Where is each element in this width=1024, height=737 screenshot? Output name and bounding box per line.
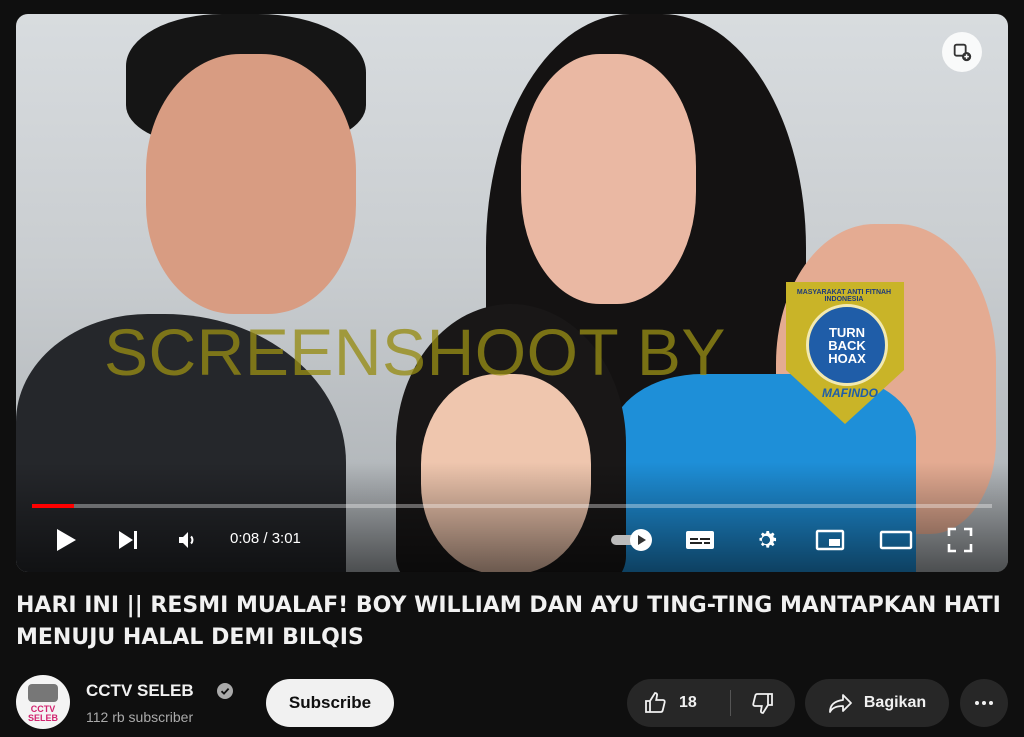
subscriber-count: 112 rb subscriber [86, 709, 194, 725]
like-count: 18 [679, 694, 697, 711]
subscribe-button[interactable]: Subscribe [266, 679, 394, 727]
mafindo-badge-label: MAFINDO [822, 386, 878, 400]
share-arrow-icon [828, 694, 852, 713]
turnbackhoax-logo: TURN BACK HOAX [806, 304, 888, 386]
theater-mode-icon [879, 530, 913, 550]
settings-button[interactable] [748, 524, 784, 556]
time-display: 0:08 / 3:01 [230, 530, 301, 547]
mafindo-badge-arc-text: MASYARAKAT ANTI FITNAH INDONESIA [796, 289, 892, 303]
cctv-camera-icon [28, 684, 58, 702]
volume-icon [179, 532, 194, 548]
fullscreen-button[interactable] [942, 524, 978, 556]
video-figure [521, 54, 696, 304]
progress-bar[interactable] [32, 504, 992, 508]
avatar-label: CCTV SELEB [27, 704, 58, 723]
autoplay-toggle-icon [611, 529, 652, 551]
video-watermark: SCREENSHOOT BY [104, 315, 726, 389]
dislike-button[interactable] [731, 679, 795, 727]
miniplayer-button[interactable] [812, 524, 848, 556]
settings-gear-icon [759, 531, 777, 548]
fullscreen-icon [947, 527, 973, 553]
next-icon [119, 531, 137, 549]
miniplayer-icon [815, 529, 845, 551]
share-label: Bagikan [863, 694, 927, 711]
play-button[interactable] [50, 524, 82, 556]
mute-button[interactable] [172, 524, 204, 556]
more-actions-button[interactable] [960, 679, 1008, 727]
share-button[interactable]: Bagikan [805, 679, 949, 727]
badge-line: TURN [828, 324, 866, 340]
badge-line: HOAX [828, 350, 866, 366]
progress-bar-played [32, 504, 75, 508]
thumbs-down-icon [752, 693, 774, 714]
channel-name[interactable]: CCTV SELEB [86, 681, 194, 701]
play-icon [57, 529, 76, 551]
next-button[interactable] [112, 524, 144, 556]
subtitles-icon [686, 531, 714, 549]
save-to-playlist-button[interactable] [942, 32, 982, 72]
verified-check-icon [217, 683, 233, 699]
badge-line: BACK [828, 337, 866, 353]
theater-mode-button[interactable] [876, 524, 916, 556]
controls-gradient [16, 462, 1008, 572]
subtitles-button[interactable] [682, 524, 718, 556]
channel-avatar[interactable]: CCTV SELEB [16, 675, 70, 729]
video-figure [146, 54, 356, 314]
like-dislike-group: 18 [627, 679, 795, 727]
video-title: HARI INI || RESMI MUALAF! BOY WILLIAM DA… [16, 593, 1001, 650]
playlist-add-icon [953, 43, 972, 62]
video-player[interactable]: SCREENSHOOT BY MASYARAKAT ANTI FITNAH IN… [16, 14, 1008, 572]
more-horizontal-icon [975, 701, 993, 705]
thumbs-up-icon [645, 692, 666, 713]
channel-row: CCTV SELEB CCTV SELEB 112 rb subscriber … [16, 675, 1008, 731]
like-button[interactable]: 18 [627, 679, 730, 727]
autoplay-toggle[interactable] [608, 524, 656, 556]
